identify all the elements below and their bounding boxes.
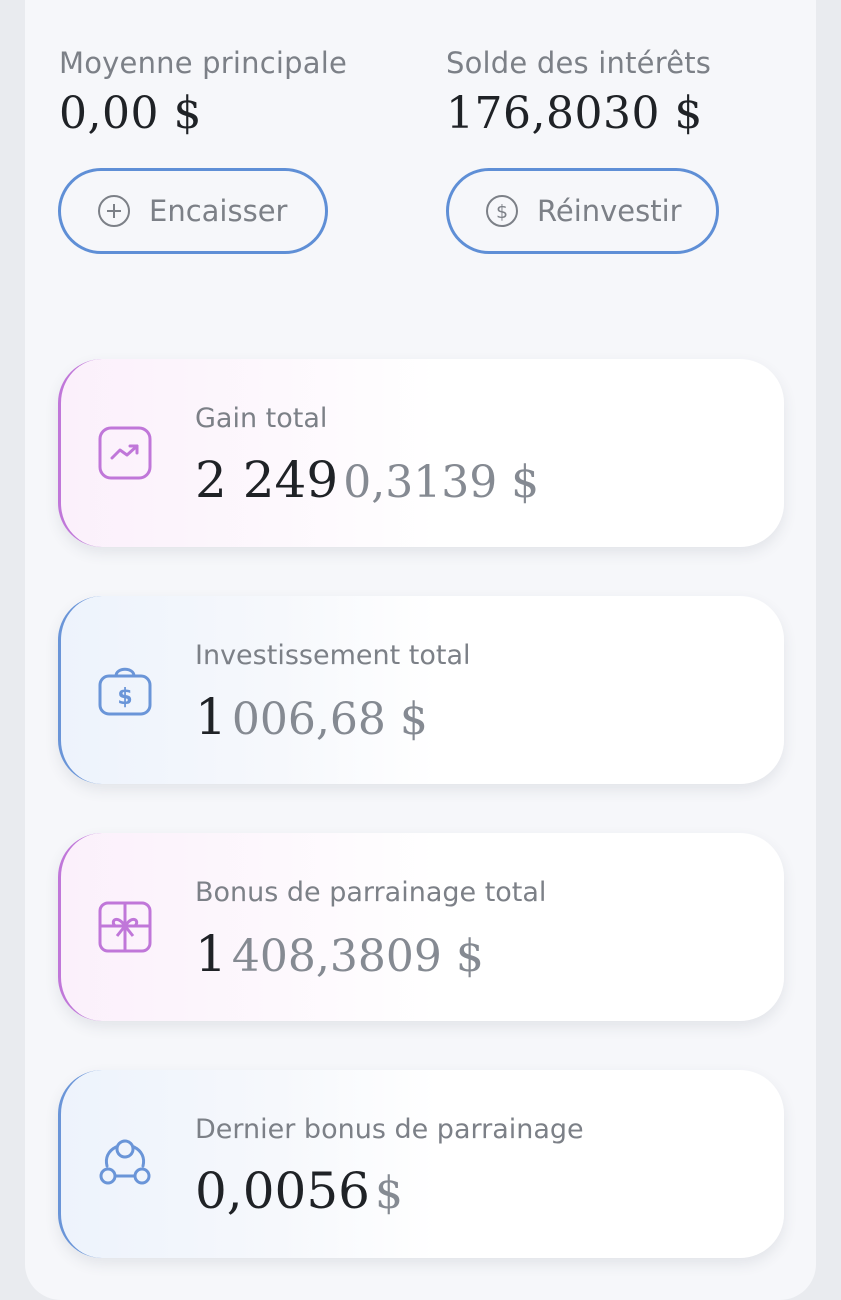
- stat-label: Gain total: [195, 403, 328, 434]
- stat-card-total-gain: Gain total 2 249 0,3139 $: [58, 359, 784, 547]
- stat-value-minor: 006,68 $: [231, 694, 428, 745]
- stat-value-minor: 408,3809 $: [231, 931, 484, 982]
- stat-value: 0,0056 $: [195, 1162, 403, 1220]
- stat-value: 1 006,68 $: [195, 688, 428, 746]
- reinvest-button-label: Réinvestir: [537, 194, 682, 228]
- svg-text:$: $: [117, 685, 132, 710]
- interest-balance-value: 176,8030 $: [446, 88, 703, 139]
- plus-circle-icon: [97, 194, 131, 228]
- principal-balance-value: 0,00 $: [59, 88, 202, 139]
- stat-value-minor: $: [375, 1168, 404, 1219]
- svg-text:$: $: [496, 201, 508, 223]
- stat-value-major: 0,0056: [195, 1162, 370, 1220]
- money-bag-icon: $: [97, 662, 153, 718]
- stat-card-total-referral-bonus: Bonus de parrainage total 1 408,3809 $: [58, 833, 784, 1021]
- stat-value-major: 2 249: [195, 451, 339, 509]
- stat-value-major: 1: [195, 688, 227, 746]
- stat-value: 2 249 0,3139 $: [195, 451, 539, 509]
- stat-label: Bonus de parrainage total: [195, 877, 547, 908]
- gift-icon: [97, 899, 153, 955]
- trend-up-icon: [97, 425, 153, 481]
- stat-value-major: 1: [195, 925, 227, 983]
- stat-label: Dernier bonus de parrainage: [195, 1114, 584, 1145]
- dollar-circle-icon: $: [485, 194, 519, 228]
- referral-network-icon: [97, 1136, 153, 1192]
- reinvest-button[interactable]: $ Réinvestir: [446, 168, 719, 254]
- stat-label: Investissement total: [195, 640, 471, 671]
- cashout-button[interactable]: Encaisser: [58, 168, 328, 254]
- stat-value: 1 408,3809 $: [195, 925, 484, 983]
- stat-card-total-investment: $ Investissement total 1 006,68 $: [58, 596, 784, 784]
- interest-balance-label: Solde des intérêts: [446, 46, 712, 80]
- principal-balance: Moyenne principale 0,00 $: [59, 46, 347, 139]
- interest-balance: Solde des intérêts 176,8030 $: [446, 46, 711, 139]
- stat-value-minor: 0,3139 $: [343, 457, 540, 508]
- principal-balance-label: Moyenne principale: [59, 46, 348, 80]
- cashout-button-label: Encaisser: [149, 194, 288, 228]
- stat-card-last-referral-bonus: Dernier bonus de parrainage 0,0056 $: [58, 1070, 784, 1258]
